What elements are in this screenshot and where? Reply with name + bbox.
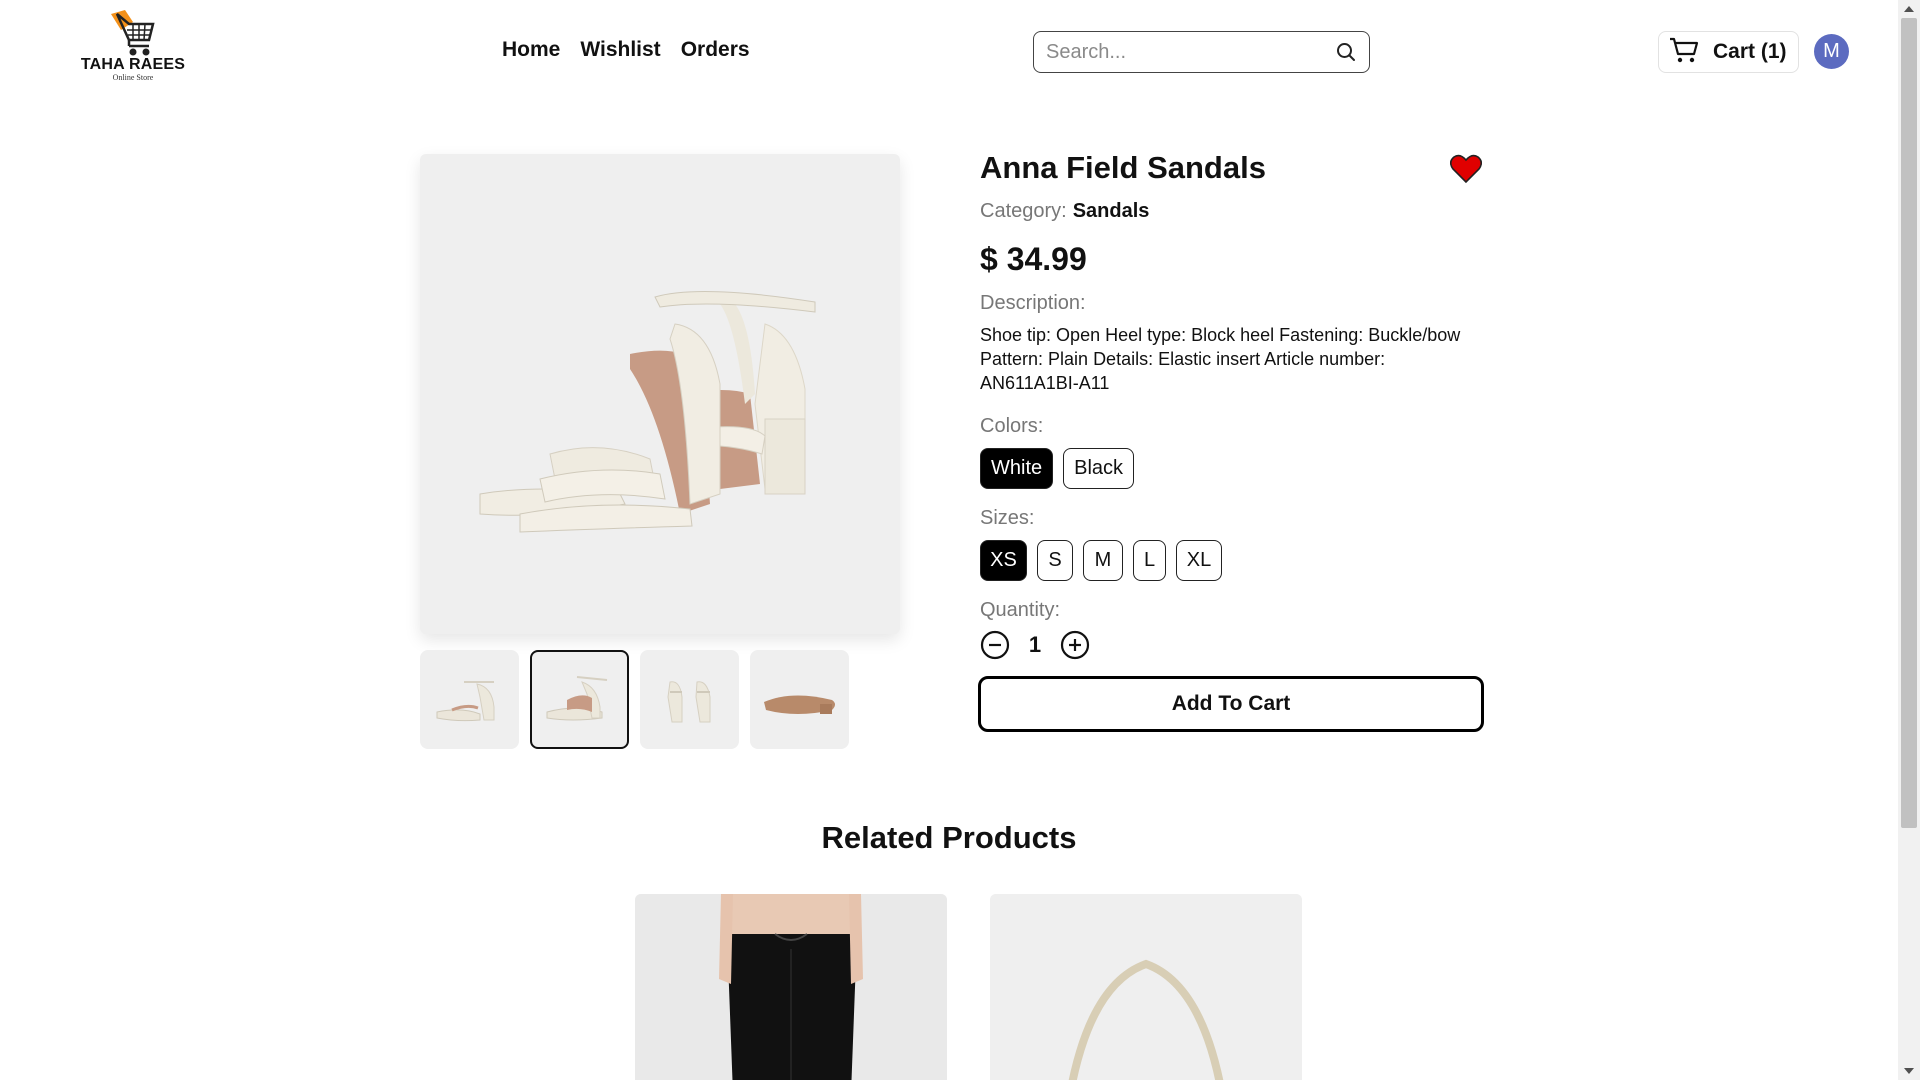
size-option-xl[interactable]: XL [1176, 540, 1222, 581]
site-header: TAHA RAEES Online Store Home Wishlist Or… [0, 0, 1898, 104]
scroll-up-arrow-icon[interactable] [1904, 6, 1914, 12]
thumbnail-2[interactable] [530, 650, 629, 749]
thumbnail-strip [420, 650, 849, 749]
cart-button[interactable]: Cart (1) [1658, 31, 1799, 73]
size-option-xs[interactable]: XS [980, 540, 1027, 581]
product-price: $ 34.99 [980, 241, 1087, 277]
search-box [1033, 31, 1370, 73]
product-category: Category: Sandals [980, 200, 1484, 223]
heart-icon[interactable] [1449, 154, 1483, 184]
add-to-cart-button[interactable]: Add To Cart [978, 676, 1484, 732]
cart-label: Cart (1) [1713, 40, 1787, 63]
brand-logo[interactable]: TAHA RAEES Online Store [78, 8, 188, 94]
related-product-card-2[interactable] [990, 894, 1302, 1080]
category-value[interactable]: Sandals [1073, 200, 1150, 222]
scrollbar-thumb[interactable] [1901, 18, 1917, 828]
scroll-down-arrow-icon[interactable] [1904, 1068, 1914, 1074]
minus-circle-icon[interactable] [980, 630, 1010, 660]
size-option-l[interactable]: L [1133, 540, 1166, 581]
product-title: Anna Field Sandals [980, 150, 1266, 185]
nav-home[interactable]: Home [502, 38, 560, 62]
color-option-white[interactable]: White [980, 448, 1054, 489]
search-input[interactable] [1046, 40, 1335, 64]
product-description: Shoe tip: Open Heel type: Block heel Fas… [980, 325, 1461, 393]
quantity-value: 1 [1028, 632, 1042, 657]
product-main-image [420, 154, 900, 634]
nav-wishlist[interactable]: Wishlist [580, 38, 660, 62]
related-products-title: Related Products [821, 820, 1077, 855]
size-options: XS S M L XL [980, 540, 1484, 581]
quantity-label: Quantity: [980, 599, 1061, 621]
page-scrollbar[interactable] [1898, 0, 1920, 1080]
cart-logo-icon [111, 10, 155, 56]
user-avatar[interactable]: M [1814, 34, 1849, 69]
thumbnail-1[interactable] [420, 650, 519, 749]
cart-icon [1669, 36, 1699, 69]
sizes-label: Sizes: [980, 507, 1035, 529]
plus-circle-icon[interactable] [1060, 630, 1090, 660]
description-label: Description: [980, 292, 1086, 314]
related-product-card-1[interactable] [635, 894, 947, 1080]
thumbnail-3[interactable] [640, 650, 739, 749]
product-info: Anna Field Sandals Category: Sandals $ 34… [978, 150, 1484, 732]
thumbnail-4[interactable] [750, 650, 849, 749]
colors-label: Colors: [980, 415, 1044, 437]
handbag-image [990, 894, 1302, 1080]
brand-name: TAHA RAEES [80, 56, 186, 73]
main-nav: Home Wishlist Orders [502, 38, 750, 62]
size-option-m[interactable]: M [1083, 540, 1123, 581]
sandal-image [479, 291, 816, 533]
color-options: White Black [980, 448, 1484, 489]
brand-tagline: Online Store [112, 73, 154, 82]
pants-image [635, 894, 947, 1080]
category-label: Category: [980, 200, 1067, 222]
size-option-s[interactable]: S [1037, 540, 1073, 581]
search-icon[interactable] [1335, 41, 1357, 63]
nav-orders[interactable]: Orders [681, 38, 750, 62]
color-option-black[interactable]: Black [1063, 448, 1135, 489]
quantity-stepper: 1 [980, 630, 1484, 660]
